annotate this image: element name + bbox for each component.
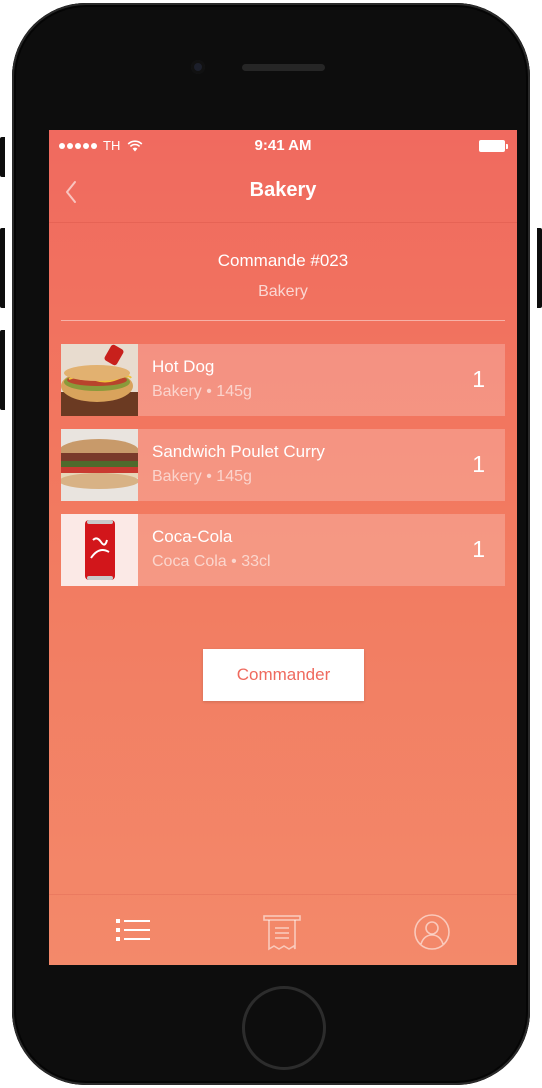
item-subtitle: Coca Cola • 33cl [152,553,271,570]
volume-up-button [0,228,5,308]
item-quantity: 1 [472,536,485,562]
order-button[interactable]: Commander [203,649,364,701]
tab-bar [49,894,517,965]
coca-cola-can-image [61,514,138,586]
navigation-bar: Bakery [49,162,517,223]
cart-item-coca-cola[interactable]: Coca-Cola Coca Cola • 33cl 1 [61,514,505,586]
phone-frame: TH 9:41 AM Bakery Commande #023 Bakery H… [12,3,530,1085]
silent-switch [0,137,5,177]
item-quantity: 1 [472,366,485,392]
item-name: Coca-Cola [152,527,233,546]
hot-dog-image [61,344,138,416]
page-title: Bakery [249,179,317,201]
user-icon[interactable] [412,912,452,952]
item-name: Sandwich Poulet Curry [152,442,325,461]
receipt-icon[interactable] [262,912,302,952]
header-divider [61,320,505,321]
status-bar: TH 9:41 AM [49,130,517,162]
cart-item-list: Hot Dog Bakery • 145g 1 Sandwich Poulet … [61,344,505,599]
power-button [537,228,542,308]
list-icon[interactable] [113,912,153,952]
order-store: Bakery [258,283,308,300]
volume-down-button [0,330,5,410]
item-quantity: 1 [472,451,485,477]
battery-icon [479,140,509,152]
earpiece-speaker [242,64,325,71]
item-subtitle: Bakery • 145g [152,468,252,485]
cart-item-sandwich[interactable]: Sandwich Poulet Curry Bakery • 145g 1 [61,429,505,501]
item-subtitle: Bakery • 145g [152,383,252,400]
item-name: Hot Dog [152,357,215,376]
app-screen: TH 9:41 AM Bakery Commande #023 Bakery H… [49,130,517,965]
order-number: Commande #023 [217,251,349,270]
sandwich-image [61,429,138,501]
status-time: 9:41 AM [254,137,312,154]
order-header: Commande #023 Bakery [49,223,517,321]
home-button[interactable] [242,986,326,1070]
front-camera [191,60,205,74]
cart-item-hot-dog[interactable]: Hot Dog Bakery • 145g 1 [61,344,505,416]
